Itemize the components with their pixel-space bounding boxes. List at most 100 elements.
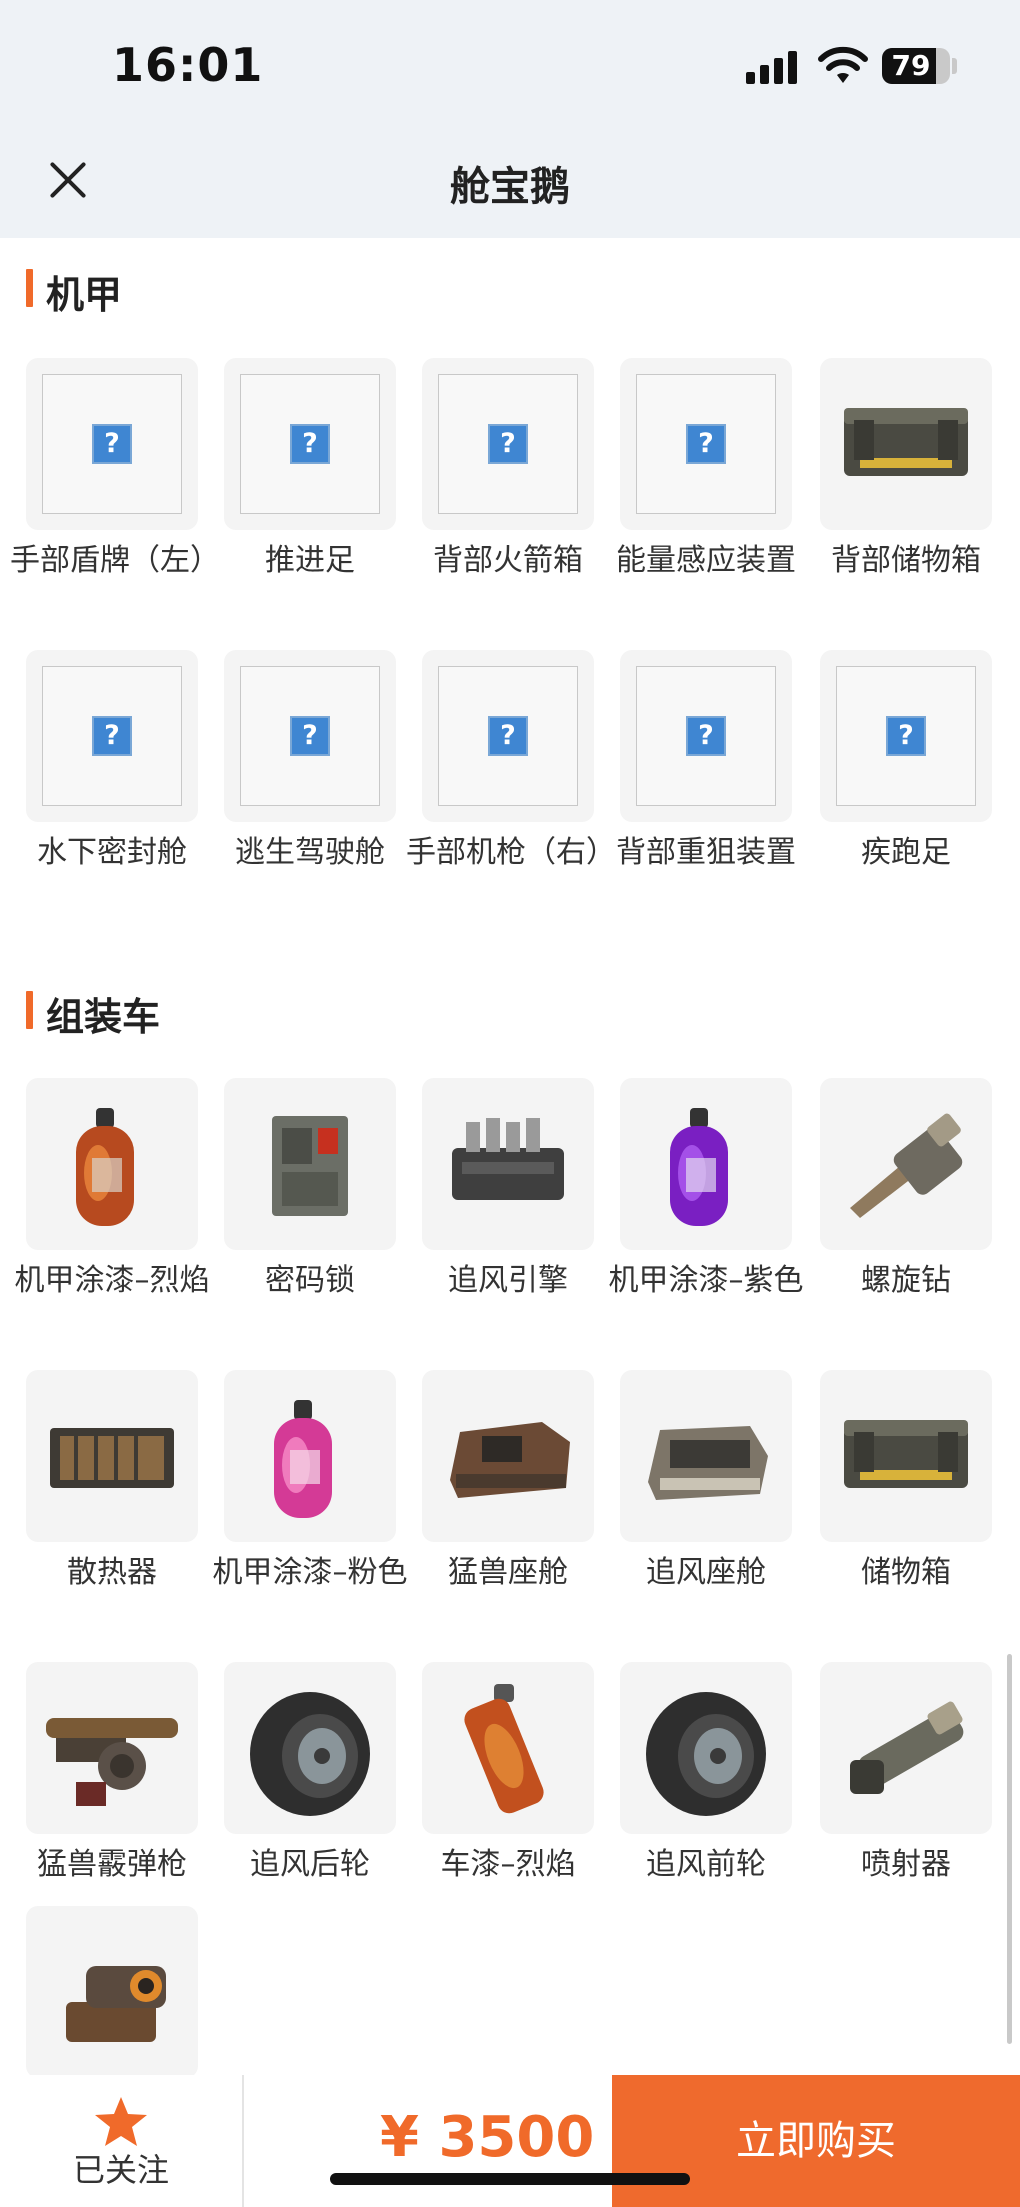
battery-icon: 79 bbox=[882, 48, 950, 84]
item-name: 储物箱 bbox=[861, 1555, 951, 1590]
wind-cockpit-icon bbox=[648, 1426, 768, 1500]
item-thumbnail bbox=[620, 1370, 792, 1542]
engine-icon bbox=[452, 1118, 564, 1200]
follow-label: 已关注 bbox=[72, 2151, 169, 2189]
star-icon bbox=[95, 2097, 147, 2146]
missing-image-icon: ? bbox=[686, 424, 726, 464]
item-name: 背部火箭箱 bbox=[433, 543, 583, 578]
item-thumbnail bbox=[820, 1078, 992, 1250]
storage-box-icon bbox=[844, 1420, 968, 1488]
item-name: 散热器 bbox=[67, 1555, 157, 1590]
item-thumbnail bbox=[820, 1370, 992, 1542]
item-name: 机甲涂漆–紫色 bbox=[608, 1263, 804, 1298]
item-name: 猛兽霰弹枪 bbox=[37, 1847, 187, 1882]
injector-icon bbox=[850, 1701, 964, 1794]
item-name: 机甲涂漆–粉色 bbox=[212, 1555, 408, 1590]
item-thumbnail bbox=[422, 1078, 594, 1250]
section-label: 机甲 bbox=[46, 273, 123, 317]
item-thumbnail: ? bbox=[620, 650, 792, 822]
image-placeholder-frame: ? bbox=[836, 666, 976, 806]
scrollbar[interactable] bbox=[1007, 1654, 1012, 2044]
drill-icon bbox=[850, 1113, 963, 1218]
item-thumbnail bbox=[820, 1662, 992, 1834]
item-thumbnail bbox=[26, 1078, 198, 1250]
storage-box-icon bbox=[844, 408, 968, 476]
divider bbox=[242, 2075, 244, 2207]
item-thumbnail bbox=[26, 1906, 198, 2078]
item-name: 喷射器 bbox=[861, 1847, 951, 1882]
missing-image-icon: ? bbox=[488, 424, 528, 464]
spray-can-icon bbox=[464, 1684, 544, 1814]
item-name: 手部机枪（右） bbox=[406, 835, 616, 870]
section-label: 组装车 bbox=[46, 995, 161, 1039]
battery-level: 79 bbox=[891, 49, 931, 82]
status-bar: 16:01 79 bbox=[0, 0, 1020, 130]
missing-image-icon: ? bbox=[92, 424, 132, 464]
item-thumbnail: ? bbox=[620, 358, 792, 530]
image-placeholder-frame: ? bbox=[42, 666, 182, 806]
image-placeholder-frame: ? bbox=[636, 374, 776, 514]
item-name: 背部储物箱 bbox=[831, 543, 981, 578]
missing-image-icon: ? bbox=[290, 424, 330, 464]
image-placeholder-frame: ? bbox=[438, 666, 578, 806]
item-thumbnail: ? bbox=[26, 650, 198, 822]
item-name: 逃生驾驶舱 bbox=[235, 835, 385, 870]
wheel-icon bbox=[250, 1692, 370, 1816]
item-name: 水下密封舱 bbox=[37, 835, 187, 870]
section-accent-bar bbox=[26, 991, 33, 1029]
item-thumbnail bbox=[620, 1662, 792, 1834]
battery-tip bbox=[952, 58, 957, 74]
nav-bar: 舱宝鹅 bbox=[0, 130, 1020, 238]
item-thumbnail: ? bbox=[224, 650, 396, 822]
missing-image-icon: ? bbox=[290, 716, 330, 756]
image-placeholder-frame: ? bbox=[240, 666, 380, 806]
signal-icon bbox=[746, 50, 798, 84]
turret-icon bbox=[66, 1966, 166, 2042]
item-thumbnail bbox=[224, 1078, 396, 1250]
page-title: 舱宝鹅 bbox=[450, 164, 570, 210]
item-name: 机甲涂漆–烈焰 bbox=[14, 1263, 210, 1298]
wheel-icon bbox=[646, 1692, 766, 1816]
paint-bottle-purple-icon bbox=[670, 1108, 728, 1226]
item-name: 能量感应装置 bbox=[616, 543, 796, 578]
missing-image-icon: ? bbox=[686, 716, 726, 756]
price: ¥ 3500 bbox=[380, 2105, 595, 2170]
missing-image-icon: ? bbox=[886, 716, 926, 756]
follow-button[interactable]: 已关注 bbox=[0, 2075, 242, 2207]
item-name: 追风前轮 bbox=[646, 1847, 766, 1882]
item-thumbnail bbox=[224, 1662, 396, 1834]
item-thumbnail bbox=[422, 1662, 594, 1834]
beast-cockpit-icon bbox=[450, 1422, 570, 1498]
item-name: 猛兽座舱 bbox=[448, 1555, 568, 1590]
item-name: 追风后轮 bbox=[250, 1847, 370, 1882]
paint-bottle-pink-icon bbox=[274, 1400, 332, 1518]
image-placeholder-frame: ? bbox=[42, 374, 182, 514]
item-thumbnail: ? bbox=[422, 650, 594, 822]
paint-bottle-flame-icon bbox=[76, 1108, 134, 1226]
wifi-icon bbox=[818, 46, 868, 83]
item-name: 手部盾牌（左） bbox=[10, 543, 220, 578]
item-name: 背部重狙装置 bbox=[616, 835, 796, 870]
item-thumbnail: ? bbox=[422, 358, 594, 530]
item-name: 疾跑足 bbox=[861, 835, 951, 870]
item-thumbnail: ? bbox=[224, 358, 396, 530]
image-placeholder-frame: ? bbox=[240, 374, 380, 514]
radiator-icon bbox=[50, 1428, 174, 1488]
item-thumbnail: ? bbox=[820, 650, 992, 822]
item-thumbnail: ? bbox=[26, 358, 198, 530]
item-thumbnail bbox=[26, 1370, 198, 1542]
missing-image-icon: ? bbox=[92, 716, 132, 756]
image-placeholder-frame: ? bbox=[636, 666, 776, 806]
item-name: 追风引擎 bbox=[448, 1263, 568, 1298]
item-thumbnail bbox=[26, 1662, 198, 1834]
image-placeholder-frame: ? bbox=[438, 374, 578, 514]
buy-now-button[interactable]: 立即购买 bbox=[612, 2075, 1020, 2207]
section-accent-bar bbox=[26, 269, 33, 307]
home-indicator bbox=[330, 2173, 690, 2185]
item-thumbnail bbox=[422, 1370, 594, 1542]
item-name: 密码锁 bbox=[265, 1263, 355, 1298]
shotgun-icon bbox=[46, 1718, 178, 1806]
missing-image-icon: ? bbox=[488, 716, 528, 756]
item-thumbnail bbox=[620, 1078, 792, 1250]
item-name: 追风座舱 bbox=[646, 1555, 766, 1590]
